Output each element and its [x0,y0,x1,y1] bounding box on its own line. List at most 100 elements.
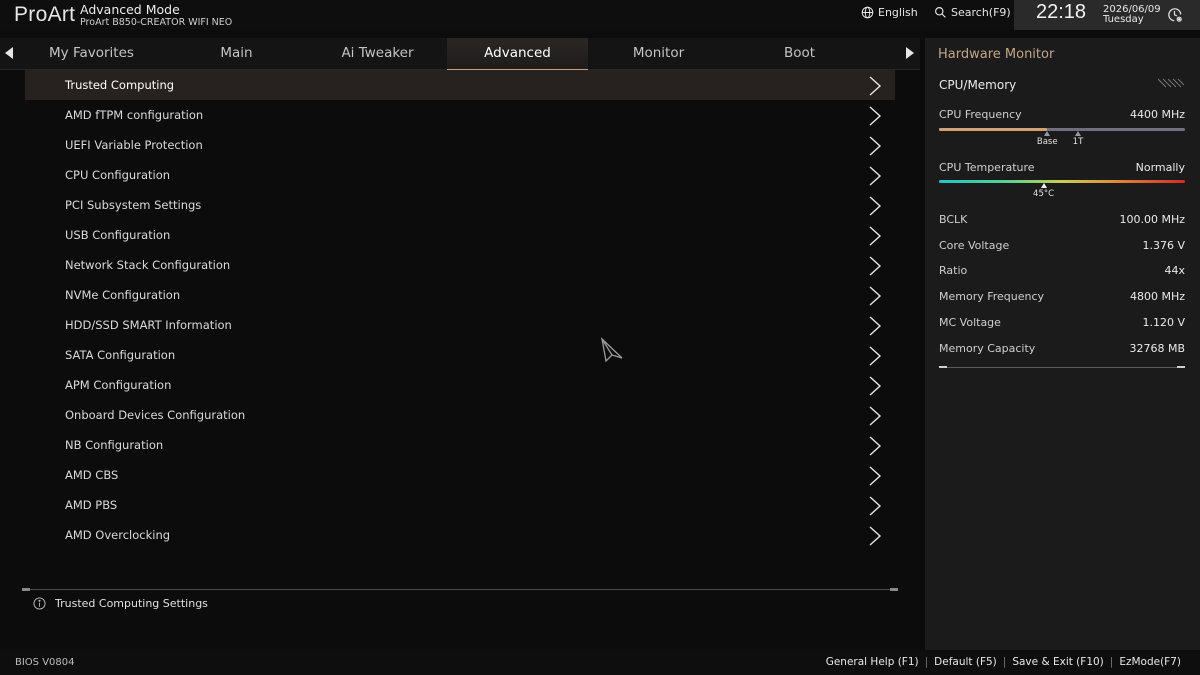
menu-item-label: HDD/SSD SMART Information [65,318,232,332]
clock-gear-icon[interactable] [1167,7,1183,23]
1t-frequency-label: 1T [1072,137,1084,147]
search-button[interactable]: Search(F9) [934,6,1011,19]
menu-item[interactable]: SATA Configuration [25,340,895,370]
default-button[interactable]: Default (F5) [934,656,997,668]
cpu-frequency-value: 4400 MHz [1129,108,1185,121]
menu-item-label: USB Configuration [65,228,171,242]
menu-item[interactable]: USB Configuration [25,220,895,250]
chevron-right-icon [869,526,882,546]
hw-monitor-label: Core Voltage [939,238,1010,252]
chevron-right-icon [869,316,882,336]
menu-item[interactable]: HDD/SSD SMART Information [25,310,895,340]
hw-monitor-label: Ratio [939,264,968,278]
ezmode-button[interactable]: EzMode(F7) [1119,656,1181,668]
footer-separator: | [1109,656,1114,668]
tab-advanced[interactable]: Advanced [447,38,588,71]
language-button[interactable]: English [861,6,918,19]
menu-item-label: Trusted Computing [65,78,175,92]
cpu-frequency-bar-fill [939,128,1048,131]
cpu-frequency-label: CPU Frequency [939,108,1022,121]
tab-my-favorites[interactable]: My Favorites [21,38,162,70]
hw-monitor-row: Memory Capacity 32768 MB [939,342,1185,356]
language-label: English [878,6,918,19]
footer-separator: | [1002,656,1007,668]
hw-monitor-row: Memory Frequency 4800 MHz [939,290,1185,304]
1t-frequency-marker [1074,131,1081,136]
hw-monitor-divider [939,366,1185,368]
cpu-temperature-bar [939,180,1185,183]
tab-main[interactable]: Main [166,38,307,70]
menu-item[interactable]: Trusted Computing [25,70,895,100]
menu-item[interactable]: NVMe Configuration [25,280,895,310]
cpu-frequency-row: CPU Frequency 4400 MHz [939,108,1185,122]
cpu-memory-section-title: CPU/Memory [939,78,1017,92]
menu-item-label: UEFI Variable Protection [65,138,203,152]
menu-item-label: SATA Configuration [65,348,176,362]
menu-item[interactable]: CPU Configuration [25,160,895,190]
advanced-menu-panel: Trusted Computing AMD fTPM configuration U… [0,70,920,650]
mode-title: Advanced Mode [80,2,180,17]
menu-item[interactable]: APM Configuration [25,370,895,400]
menu-item[interactable]: AMD CBS [25,460,895,490]
footer-actions: General Help (F1) | Default (F5) | Save … [826,656,1181,668]
clock-day: Tuesday [1103,14,1144,25]
globe-icon [861,6,874,19]
menu-item-label: NB Configuration [65,438,164,452]
cpu-temperature-marker-label: 45°C [1033,189,1055,199]
menu-item[interactable]: Network Stack Configuration [25,250,895,280]
hw-monitor-label: Memory Frequency [939,290,1045,304]
top-header: ProArt Advanced Mode ProArt B850-CREATOR… [0,0,1200,30]
cpu-temperature-label: CPU Temperature [939,161,1035,174]
tab-boot[interactable]: Boot [729,38,870,70]
bottom-footer: BIOS V0804 General Help (F1) | Default (… [0,650,1200,675]
hw-monitor-value: 1.120 V [1142,315,1185,329]
hw-monitor-value: 32768 MB [1129,341,1185,355]
menu-item-label: CPU Configuration [65,168,171,182]
cpu-temperature-row: CPU Temperature Normally [939,161,1185,175]
hw-monitor-row: Core Voltage 1.376 V [939,239,1185,253]
save-exit-button[interactable]: Save & Exit (F10) [1012,656,1103,668]
chevron-right-icon [869,346,882,366]
hw-monitor-value: 4800 MHz [1129,290,1185,304]
menu-item[interactable]: NB Configuration [25,430,895,460]
clock-panel: 22:18 2026/06/09 Tuesday [1014,0,1200,30]
chevron-right-icon [869,226,882,246]
triangle-left-icon[interactable] [5,47,13,59]
menu-item[interactable]: AMD fTPM configuration [25,100,895,130]
chevron-right-icon [869,136,882,156]
cpu-temperature-value: Normally [1135,161,1185,174]
cpu-frequency-bar [939,128,1185,131]
tab-monitor[interactable]: Monitor [588,38,729,70]
clock-time: 22:18 [1036,1,1087,23]
chevron-right-icon [869,466,882,486]
chevron-right-icon [869,286,882,306]
menu-item-label: APM Configuration [65,378,172,392]
help-divider [22,588,898,591]
menu-item[interactable]: PCI Subsystem Settings [25,190,895,220]
chevron-right-icon [869,496,882,516]
menu-item[interactable]: Onboard Devices Configuration [25,400,895,430]
menu-item-label: AMD CBS [65,468,119,482]
search-icon [935,7,946,18]
chevron-right-icon [869,376,882,396]
stripes-decoration-icon [1158,78,1184,88]
hw-monitor-label: BCLK [939,213,968,226]
menu-item[interactable]: UEFI Variable Protection [25,130,895,160]
search-label: Search(F9) [951,6,1011,19]
menu-item-label: AMD Overclocking [65,528,171,542]
hardware-monitor-panel: Hardware Monitor CPU/Memory CPU Frequenc… [925,38,1200,650]
triangle-right-icon[interactable] [906,47,914,59]
info-icon [33,597,46,610]
menu-item[interactable]: AMD Overclocking [25,520,895,550]
mouse-cursor-icon [601,337,623,363]
hw-monitor-value: 100.00 MHz [1119,213,1185,226]
menu-item[interactable]: AMD PBS [25,490,895,520]
hw-monitor-value: 1.376 V [1142,238,1185,252]
tab-ai-tweaker[interactable]: Ai Tweaker [307,38,448,70]
bios-version: BIOS V0804 [15,657,75,668]
hw-monitor-value: 44x [1164,264,1185,278]
hw-monitor-row: MC Voltage 1.120 V [939,316,1185,330]
general-help-button[interactable]: General Help (F1) [826,656,919,668]
menu-item-label: Onboard Devices Configuration [65,408,246,422]
hw-monitor-row: BCLK 100.00 MHz [939,213,1185,227]
